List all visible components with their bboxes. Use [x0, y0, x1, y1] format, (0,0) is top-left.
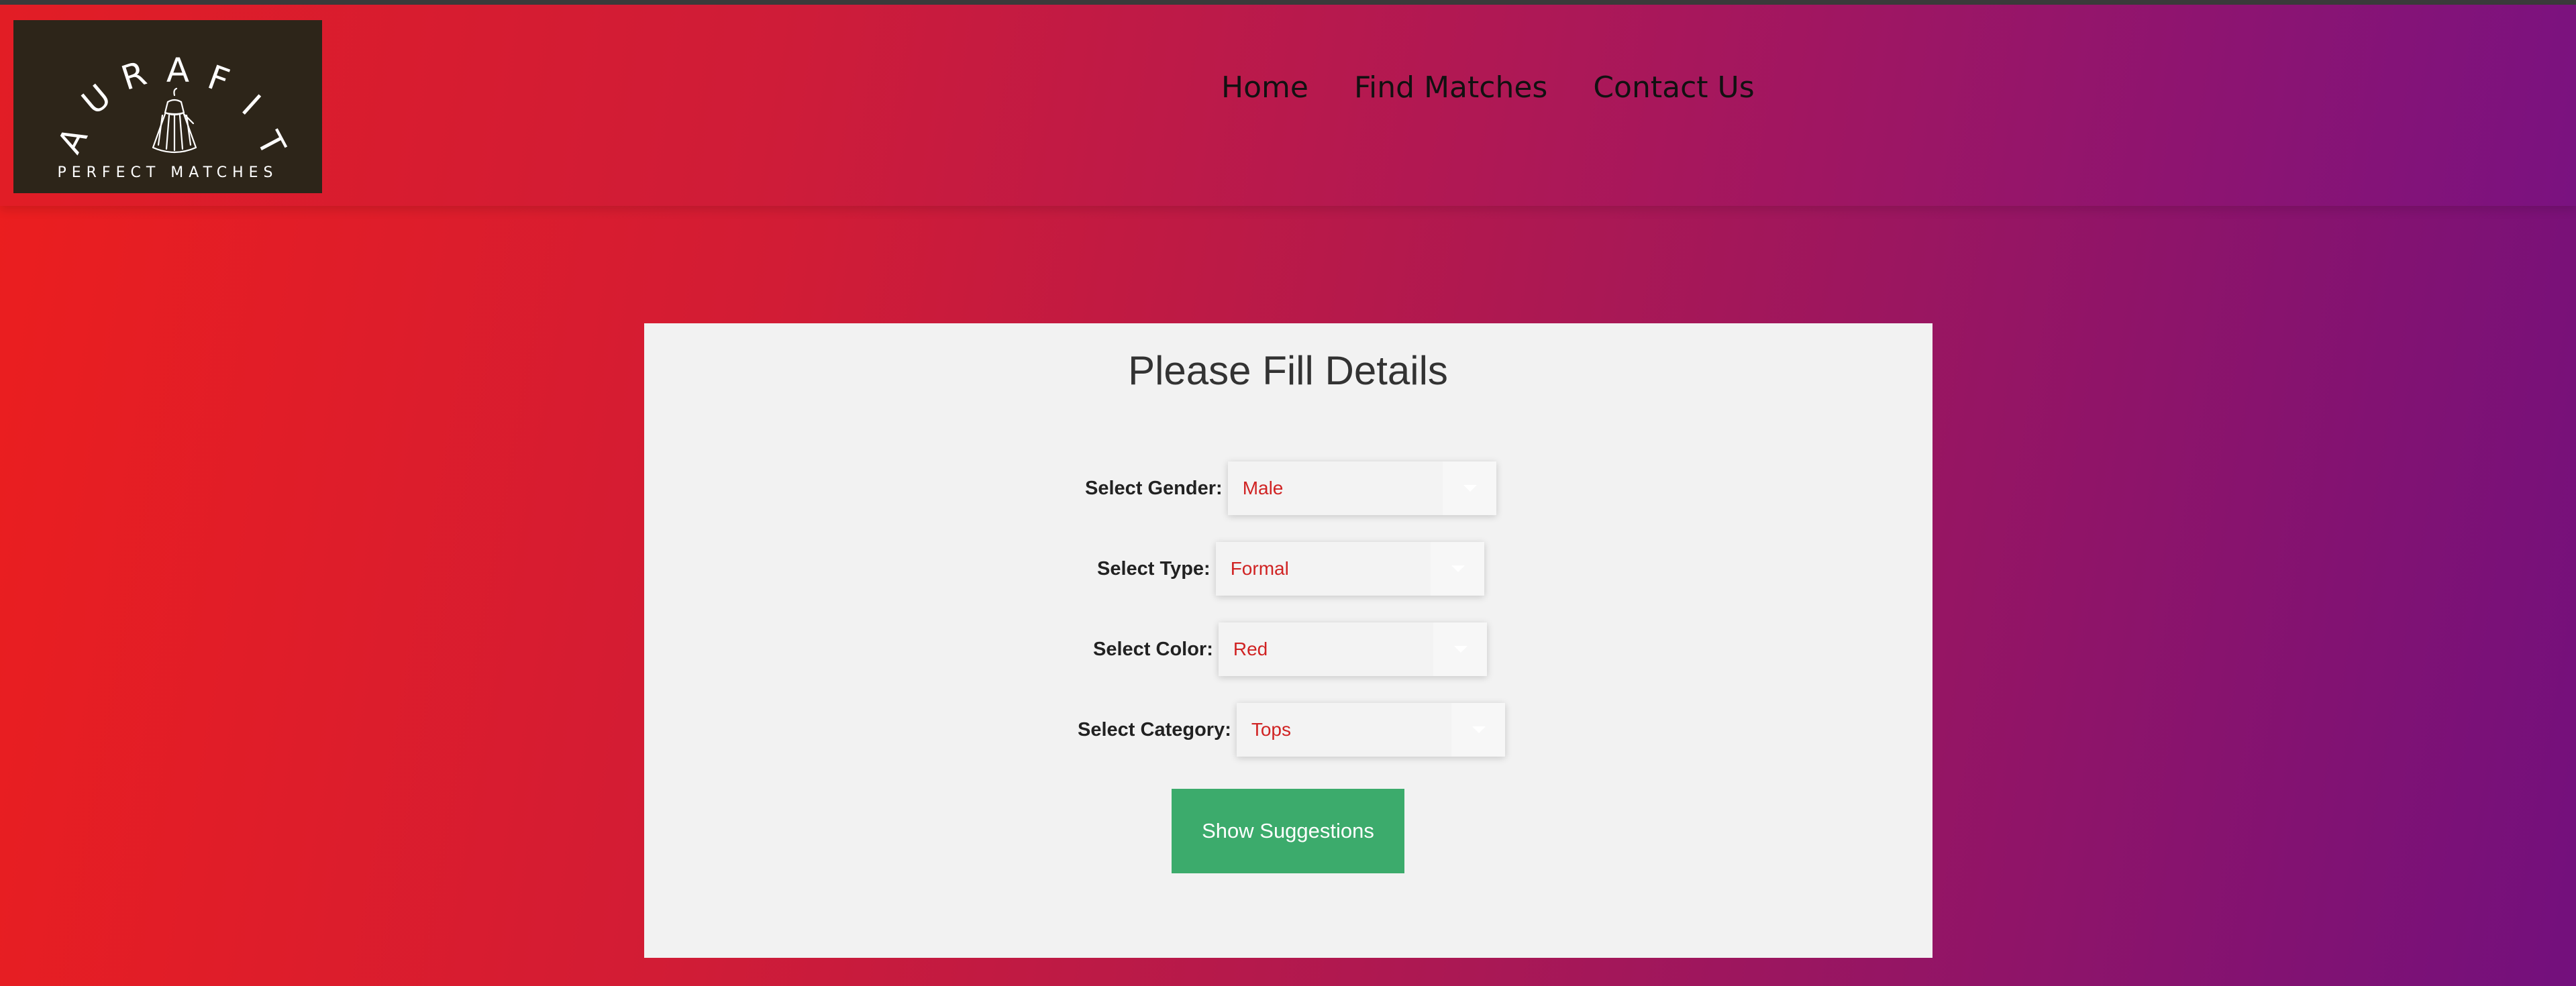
- type-field: Select Type: Formal: [1097, 542, 1484, 596]
- nav-contact-us[interactable]: Contact Us: [1593, 70, 1754, 105]
- form-title: Please Fill Details: [1128, 348, 1448, 393]
- gender-field: Select Gender: Male: [1085, 461, 1496, 515]
- category-label: Select Category:: [1078, 718, 1231, 741]
- gender-select[interactable]: Male: [1227, 461, 1496, 515]
- logo-letter: T: [249, 125, 293, 162]
- type-select-value: Formal: [1230, 558, 1289, 579]
- dress-icon: [152, 87, 197, 154]
- main-nav: Home Find Matches Contact Us: [1221, 70, 1755, 105]
- type-select[interactable]: Formal: [1215, 542, 1484, 596]
- gender-label: Select Gender:: [1085, 477, 1223, 499]
- logo-tagline: PERFECT MATCHES: [57, 164, 278, 181]
- dropdown-arrow-icon: [1442, 461, 1496, 515]
- category-select[interactable]: Tops: [1236, 703, 1505, 757]
- top-border: [0, 0, 2576, 5]
- logo-letter: A: [166, 51, 189, 90]
- color-label: Select Color:: [1093, 638, 1213, 660]
- nav-find-matches[interactable]: Find Matches: [1354, 70, 1547, 105]
- logo-letter: A: [50, 121, 95, 159]
- logo-letter: F: [203, 58, 234, 101]
- category-field: Select Category: Tops: [1078, 703, 1505, 757]
- nav-home[interactable]: Home: [1221, 70, 1308, 105]
- color-select-value: Red: [1233, 639, 1268, 659]
- show-suggestions-button[interactable]: Show Suggestions: [1172, 789, 1404, 873]
- category-select-value: Tops: [1251, 719, 1292, 740]
- logo-letter: U: [74, 76, 118, 122]
- color-select[interactable]: Red: [1218, 622, 1487, 676]
- logo-letter: R: [117, 54, 151, 98]
- dropdown-arrow-icon: [1430, 542, 1484, 596]
- aurafit-logo[interactable]: A U R A F I T PERFECT MATCHES: [13, 20, 322, 193]
- gender-select-value: Male: [1242, 478, 1284, 498]
- color-field: Select Color: Red: [1093, 622, 1487, 676]
- type-label: Select Type:: [1097, 557, 1210, 580]
- logo-letter: I: [234, 87, 268, 123]
- dropdown-arrow-icon: [1433, 622, 1487, 676]
- dropdown-arrow-icon: [1451, 703, 1505, 757]
- site-header: A U R A F I T PERFECT MATCHES Home Find …: [0, 5, 2576, 206]
